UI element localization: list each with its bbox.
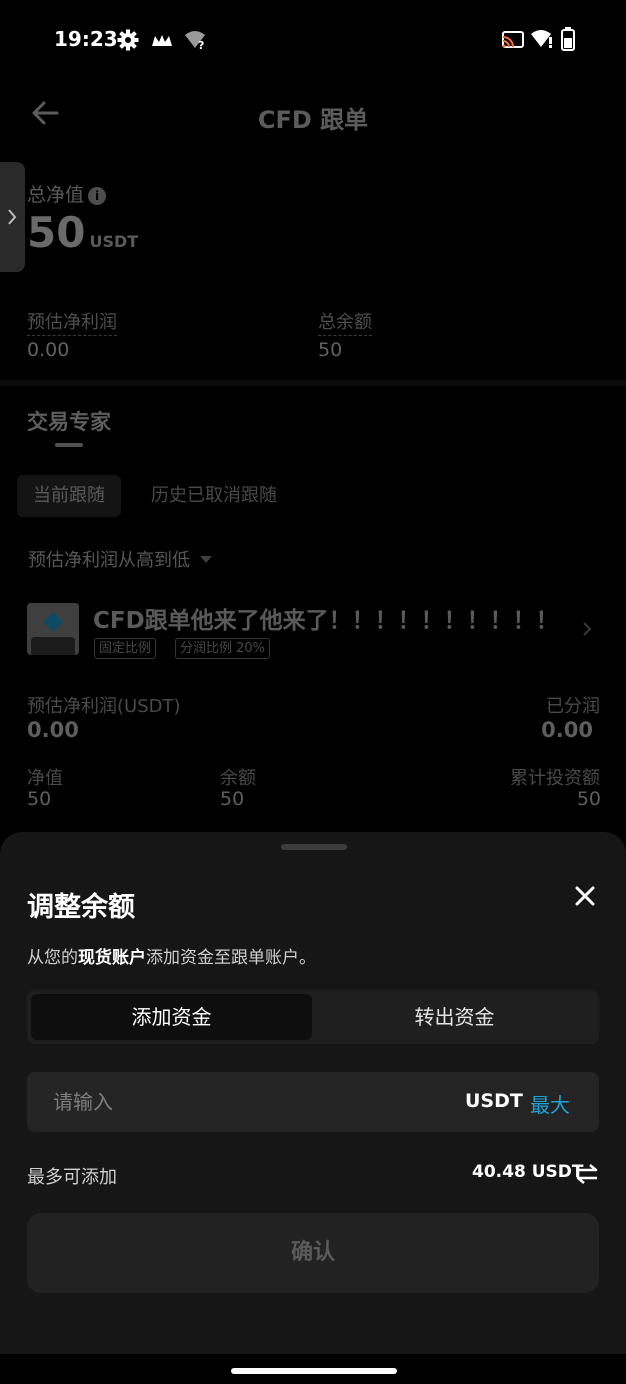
card-net-value: 50 [27, 788, 52, 810]
card-invested-label: 累计投资额 [510, 768, 600, 789]
card-balance-value: 50 [220, 788, 245, 810]
confirm-button[interactable]: 确认 [27, 1213, 599, 1293]
add-funds-option[interactable]: 添加资金 [31, 994, 312, 1040]
total-balance-stat: 总余额 50 [318, 308, 372, 361]
experts-section-title[interactable]: 交易专家 [27, 406, 111, 436]
amount-input[interactable] [53, 1072, 433, 1132]
svg-text:?: ? [198, 39, 204, 50]
status-time: 19:23 [54, 27, 118, 51]
tab-current-following[interactable]: 当前跟随 [17, 475, 121, 517]
wifi-alert-icon [531, 30, 552, 48]
crown-icon [152, 35, 172, 46]
battery-icon [561, 27, 575, 51]
page-title: CFD 跟单 [257, 106, 369, 134]
card-est-profit-value: 0.00 [27, 718, 79, 742]
card-invested-value: 50 [576, 788, 601, 810]
chevron-right-icon[interactable] [581, 620, 593, 638]
home-indicator[interactable] [231, 1368, 397, 1374]
max-addable-value: 40.48 USDT [472, 1162, 584, 1182]
net-value-label: 总净值 i [27, 180, 107, 207]
card-balance-label: 余额 [220, 768, 256, 789]
tag-profit-share: 分润比例 20% [175, 638, 271, 659]
gear-icon [117, 29, 139, 51]
sheet-description: 从您的现货账户添加资金至跟单账户。 [27, 948, 316, 968]
tab-history-unfollowed[interactable]: 历史已取消跟随 [135, 475, 293, 517]
system-nav-bar [0, 1354, 626, 1384]
withdraw-funds-option[interactable]: 转出资金 [314, 994, 595, 1040]
close-icon[interactable] [571, 882, 599, 910]
expert-name[interactable]: CFD跟单他来了他来了！！！！！！！！！！ [93, 601, 559, 635]
amount-field: USDT 最大 [27, 1072, 599, 1132]
adjust-balance-sheet: 调整余额 从您的现货账户添加资金至跟单账户。 添加资金 转出资金 USDT 最大… [0, 832, 626, 1354]
card-est-profit-label: 预估净利润(USDT) [27, 696, 181, 717]
swap-icon[interactable] [575, 1163, 599, 1185]
fund-direction-toggle: 添加资金 转出资金 [27, 990, 599, 1044]
card-shared-label: 已分润 [546, 696, 600, 717]
side-drawer-handle[interactable] [0, 162, 25, 272]
card-shared-value: 0.00 [541, 718, 593, 742]
section-divider [0, 380, 626, 386]
cast-icon [502, 31, 524, 48]
amount-unit: USDT [465, 1090, 523, 1112]
tag-fixed-ratio: 固定比例 [94, 638, 157, 659]
info-icon[interactable]: i [88, 187, 107, 205]
chevron-right-icon [8, 209, 17, 225]
max-addable-label: 最多可添加 [27, 1167, 117, 1188]
net-value: 50 USDT [27, 208, 139, 257]
sheet-handle[interactable] [281, 844, 347, 850]
max-button[interactable]: 最大 [530, 1089, 570, 1118]
expert-avatar [27, 603, 79, 655]
est-profit-stat: 预估净利润 0.00 [27, 308, 117, 361]
caret-down-icon [200, 556, 212, 563]
sheet-title: 调整余额 [27, 892, 135, 923]
sort-dropdown[interactable]: 预估净利润从高到低 [28, 546, 212, 572]
status-bar: 19:23 ? [0, 0, 626, 80]
top-nav: CFD 跟单 [0, 80, 626, 150]
wifi-question-icon: ? [185, 31, 205, 50]
tab-underline [55, 443, 83, 447]
card-net-label: 净值 [27, 768, 63, 789]
